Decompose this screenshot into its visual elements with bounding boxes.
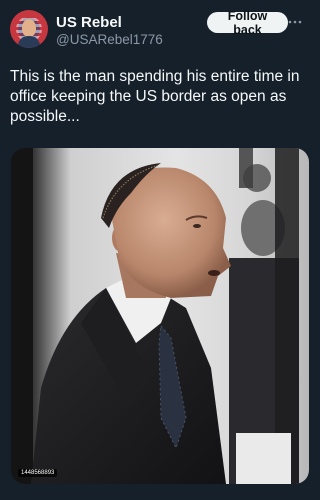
- photo-of-man-speaking: [11, 148, 309, 484]
- avatar[interactable]: [10, 10, 48, 48]
- tweet-header: US Rebel @USARebel1776 Follow back: [10, 9, 311, 50]
- photo-id-label: 1448568893: [18, 469, 58, 477]
- tweet-media-photo[interactable]: 1448568893: [11, 148, 309, 484]
- display-name[interactable]: US Rebel: [56, 14, 122, 31]
- avatar-body: [18, 36, 40, 48]
- avatar-face: [22, 19, 36, 37]
- more-options-icon[interactable]: [287, 14, 303, 30]
- tweet-text: This is the man spending his entire time…: [10, 68, 300, 125]
- account-handle[interactable]: @USARebel1776: [56, 32, 163, 47]
- more-dots-icon: [288, 20, 302, 24]
- follow-back-button[interactable]: Follow back: [207, 9, 288, 37]
